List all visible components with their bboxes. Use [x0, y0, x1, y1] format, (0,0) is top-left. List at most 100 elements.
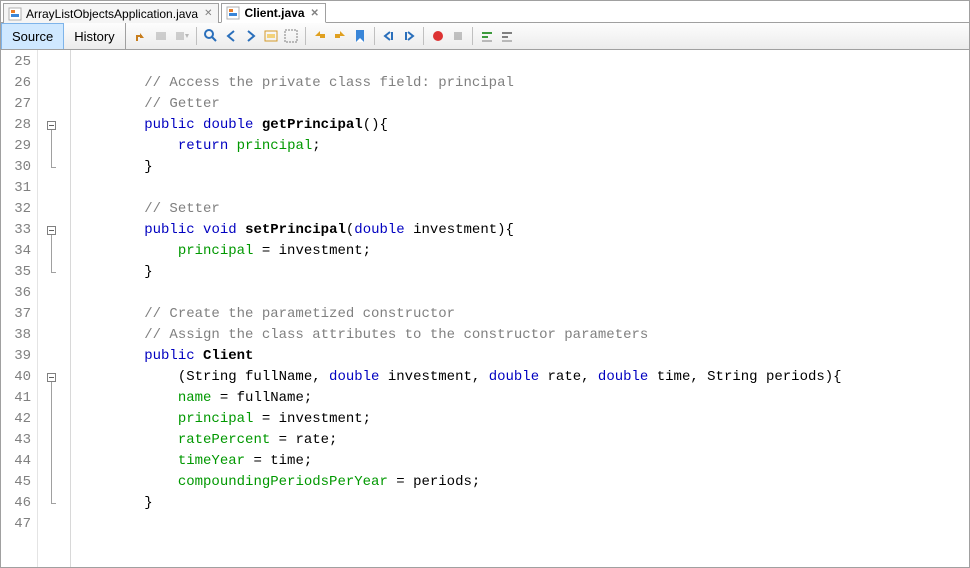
fold-toggle-icon[interactable]: [47, 226, 56, 235]
shift-left-icon[interactable]: [380, 27, 398, 45]
fold-gutter-row: [38, 430, 70, 451]
code-line[interactable]: public void setPrincipal(double investme…: [77, 220, 969, 241]
fold-gutter-row: [38, 73, 70, 94]
fold-toggle-icon[interactable]: [47, 373, 56, 382]
line-number: 45: [1, 472, 37, 493]
fold-gutter-row: [38, 283, 70, 304]
code-line[interactable]: public double getPrincipal(){: [77, 115, 969, 136]
fold-toggle-icon[interactable]: [47, 121, 56, 130]
java-file-icon: [8, 7, 22, 21]
separator: [305, 27, 306, 45]
fold-gutter-row: [38, 52, 70, 73]
line-number: 39: [1, 346, 37, 367]
line-number: 46: [1, 493, 37, 514]
tab-label: Client.java: [244, 6, 304, 20]
next-bookmark-icon[interactable]: [331, 27, 349, 45]
code-line[interactable]: compoundingPeriodsPerYear = periods;: [77, 472, 969, 493]
prev-bookmark-icon[interactable]: [311, 27, 329, 45]
line-number: 41: [1, 388, 37, 409]
find-select-icon[interactable]: [202, 27, 220, 45]
file-tab-strip: ArrayListObjectsApplication.java ✕ Clien…: [1, 1, 969, 23]
macro-stop-icon[interactable]: [449, 27, 467, 45]
line-number: 42: [1, 409, 37, 430]
line-number: 47: [1, 514, 37, 535]
code-line[interactable]: [77, 178, 969, 199]
separator: [423, 27, 424, 45]
line-number: 37: [1, 304, 37, 325]
code-line[interactable]: }: [77, 262, 969, 283]
toggle-bookmark-icon[interactable]: [351, 27, 369, 45]
toggle-rect-icon[interactable]: [282, 27, 300, 45]
comment-icon[interactable]: [478, 27, 496, 45]
source-tab[interactable]: Source: [1, 23, 64, 49]
separator: [472, 27, 473, 45]
code-line[interactable]: ratePercent = rate;: [77, 430, 969, 451]
fold-gutter-row: [38, 199, 70, 220]
code-line[interactable]: principal = investment;: [77, 409, 969, 430]
line-number: 32: [1, 199, 37, 220]
fold-gutter-row: [38, 157, 70, 178]
line-number: 31: [1, 178, 37, 199]
tab-arraylistobjects[interactable]: ArrayListObjectsApplication.java ✕: [3, 3, 219, 23]
last-edit-icon[interactable]: [133, 27, 151, 45]
separator: [374, 27, 375, 45]
line-number: 43: [1, 430, 37, 451]
fold-gutter-row: [38, 136, 70, 157]
fold-gutter-row: [38, 241, 70, 262]
tab-client[interactable]: Client.java ✕: [221, 3, 325, 23]
fold-gutter-row: [38, 220, 70, 241]
editor-toolbar: Source History: [1, 23, 969, 50]
code-line[interactable]: (String fullName, double investment, dou…: [77, 367, 969, 388]
close-icon[interactable]: ✕: [204, 8, 212, 19]
tab-label: ArrayListObjectsApplication.java: [26, 7, 198, 21]
line-number: 38: [1, 325, 37, 346]
macro-rec-icon[interactable]: [429, 27, 447, 45]
code-line[interactable]: principal = investment;: [77, 241, 969, 262]
code-line[interactable]: // Access the private class field: princ…: [77, 73, 969, 94]
fold-gutter-row: [38, 178, 70, 199]
line-number: 30: [1, 157, 37, 178]
code-line[interactable]: // Setter: [77, 199, 969, 220]
code-line[interactable]: timeYear = time;: [77, 451, 969, 472]
close-icon[interactable]: ✕: [311, 8, 319, 19]
shift-right-icon[interactable]: [400, 27, 418, 45]
code-line[interactable]: return principal;: [77, 136, 969, 157]
line-number-gutter: 2526272829303132333435363738394041424344…: [1, 50, 38, 567]
line-number: 27: [1, 94, 37, 115]
code-line[interactable]: }: [77, 157, 969, 178]
line-number: 25: [1, 52, 37, 73]
fwd-nav-dd-icon[interactable]: [173, 27, 191, 45]
find-prev-icon[interactable]: [222, 27, 240, 45]
code-line[interactable]: // Assign the class attributes to the co…: [77, 325, 969, 346]
code-editor[interactable]: 2526272829303132333435363738394041424344…: [1, 50, 969, 567]
code-content[interactable]: // Access the private class field: princ…: [71, 50, 969, 567]
code-line[interactable]: public Client: [77, 346, 969, 367]
code-line[interactable]: [77, 514, 969, 535]
line-number: 26: [1, 73, 37, 94]
line-number: 29: [1, 136, 37, 157]
code-line[interactable]: // Create the parametized constructor: [77, 304, 969, 325]
find-next-icon[interactable]: [242, 27, 260, 45]
code-line[interactable]: [77, 52, 969, 73]
line-number: 40: [1, 367, 37, 388]
line-number: 28: [1, 115, 37, 136]
separator: [196, 27, 197, 45]
fold-gutter-row: [38, 493, 70, 514]
line-number: 34: [1, 241, 37, 262]
code-line[interactable]: [77, 283, 969, 304]
code-line[interactable]: }: [77, 493, 969, 514]
line-number: 36: [1, 283, 37, 304]
fold-gutter-row: [38, 262, 70, 283]
fold-gutter-row: [38, 409, 70, 430]
toggle-highlight-icon[interactable]: [262, 27, 280, 45]
fold-gutter-row: [38, 367, 70, 388]
history-tab[interactable]: History: [64, 23, 125, 49]
code-line[interactable]: name = fullName;: [77, 388, 969, 409]
fold-gutter: [38, 50, 71, 567]
uncomment-icon[interactable]: [498, 27, 516, 45]
fold-gutter-row: [38, 115, 70, 136]
java-file-icon: [226, 6, 240, 20]
fold-gutter-row: [38, 304, 70, 325]
code-line[interactable]: // Getter: [77, 94, 969, 115]
fwd-nav-icon[interactable]: [153, 27, 171, 45]
